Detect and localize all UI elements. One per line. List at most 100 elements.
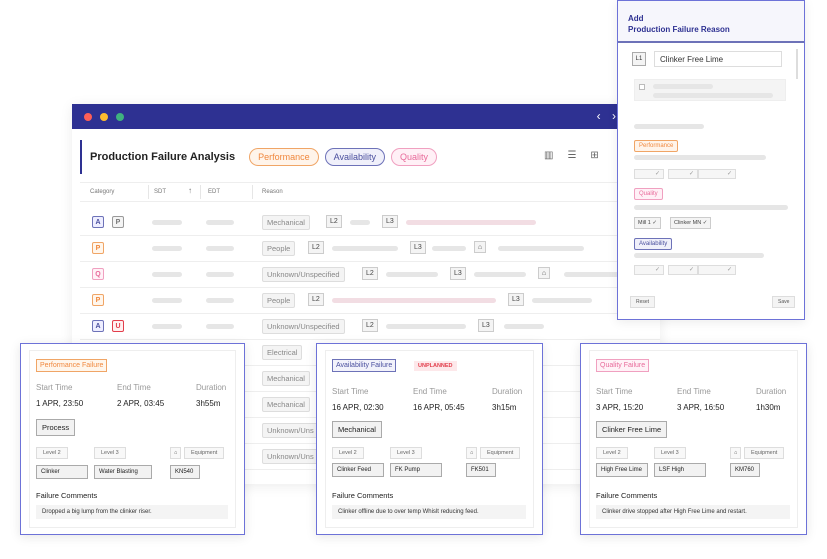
level3-tag: L3 bbox=[450, 267, 466, 280]
failure-comment-text: Clinker offline due to over temp Whislt … bbox=[332, 505, 526, 519]
failure-type-badge: Performance Failure bbox=[36, 359, 108, 372]
page-header: Production Failure Analysis Performance … bbox=[80, 140, 437, 174]
table-row[interactable]: Q Unknown/Unspecified L2 L3 ⌂ bbox=[80, 262, 660, 288]
category-badge: P bbox=[112, 216, 124, 228]
checkbox-box[interactable]: ✓ bbox=[698, 169, 736, 179]
sort-up-icon[interactable]: ↑ bbox=[188, 186, 192, 195]
filter-availability[interactable]: Availability bbox=[324, 148, 385, 166]
end-time-label: End Time bbox=[677, 387, 711, 396]
failure-comment-text: Clinker drive stopped after High Free Li… bbox=[596, 505, 790, 519]
checkbox-box[interactable]: ✓ bbox=[668, 169, 698, 179]
col-edt[interactable]: EDT bbox=[208, 189, 220, 195]
list-view-icon[interactable]: ☰ bbox=[567, 150, 576, 161]
reason-tag: Unknown/Unspecified bbox=[262, 267, 345, 282]
table-row[interactable]: A P Mechanical L2 L3 bbox=[80, 210, 660, 236]
table-header: Category SDT ↑ EDT Reason bbox=[80, 182, 660, 202]
reason-tag: Mechanical bbox=[262, 215, 310, 230]
view-toolbar: ▥ ☰ ⊞ bbox=[544, 150, 599, 161]
col-reason[interactable]: Reason bbox=[262, 189, 283, 195]
category-badge: U bbox=[112, 320, 124, 332]
reason-button[interactable]: Mechanical bbox=[332, 421, 382, 438]
level3-tag: L3 bbox=[478, 319, 494, 332]
maximize-window-button[interactable] bbox=[116, 113, 124, 121]
start-time-label: Start Time bbox=[596, 387, 633, 396]
reason-button[interactable]: Process bbox=[36, 419, 76, 436]
table-row[interactable]: A U Unknown/Unspecified L2 L3 bbox=[80, 314, 660, 340]
end-time-value: 3 APR, 16:50 bbox=[677, 403, 725, 412]
tag-mill[interactable]: Mill 1 ✓ bbox=[634, 217, 661, 229]
level2-label: Level 2 bbox=[332, 447, 364, 459]
level2-label: Level 2 bbox=[36, 447, 68, 459]
level3-tag: L3 bbox=[410, 241, 426, 254]
equipment-value: KN540 bbox=[170, 465, 200, 479]
col-sdt[interactable]: SDT bbox=[154, 189, 166, 195]
failure-comments-title: Failure Comments bbox=[596, 491, 658, 500]
equipment-label: Equipment bbox=[744, 447, 785, 459]
tag-icon: ⌂ bbox=[466, 447, 478, 459]
failure-card-availability[interactable]: Availability Failure UNPLANNED Start Tim… bbox=[316, 343, 543, 535]
level2-tag: L2 bbox=[308, 293, 324, 306]
reset-button[interactable]: Reset bbox=[630, 296, 656, 308]
start-time-value: 1 APR, 23:50 bbox=[36, 399, 84, 408]
close-window-button[interactable] bbox=[84, 113, 92, 121]
reason-button[interactable]: Clinker Free Lime bbox=[596, 421, 668, 438]
checkbox-box[interactable]: ✓ bbox=[634, 169, 664, 179]
reason-tag: Mechanical bbox=[262, 397, 310, 412]
start-time-value: 16 APR, 02:30 bbox=[332, 403, 384, 412]
level2-value: Clinker bbox=[36, 465, 88, 479]
duration-label: Duration bbox=[196, 383, 227, 392]
panel-title-line1: Add bbox=[628, 14, 644, 23]
failure-comments-title: Failure Comments bbox=[36, 491, 98, 500]
level2-value: High Free Lime bbox=[596, 463, 648, 477]
category-badge: P bbox=[92, 242, 104, 254]
level3-value: FK Pump bbox=[390, 463, 442, 477]
checkbox-box[interactable]: ✓ bbox=[634, 265, 664, 275]
grid-view-icon[interactable]: ⊞ bbox=[590, 150, 598, 161]
duration-value: 3h55m bbox=[196, 399, 221, 408]
level3-label: Level 3 bbox=[94, 447, 126, 459]
minimize-window-button[interactable] bbox=[100, 113, 108, 121]
reason-input[interactable]: Clinker Free Lime bbox=[654, 51, 782, 67]
duration-label: Duration bbox=[756, 387, 787, 396]
checkbox-option[interactable] bbox=[634, 79, 786, 101]
tag-icon: ⌂ bbox=[170, 447, 182, 459]
panel-scrollbar[interactable] bbox=[796, 49, 798, 79]
col-category[interactable]: Category bbox=[90, 189, 114, 195]
checkbox-box[interactable]: ✓ bbox=[668, 265, 698, 275]
tag-clinker-mn[interactable]: Clinker MN ✓ bbox=[670, 217, 712, 229]
duration-value: 3h15m bbox=[492, 403, 517, 412]
availability-chip[interactable]: Availability bbox=[634, 238, 673, 250]
reason-tag: Unknown/Unspecified bbox=[262, 319, 345, 334]
start-time-label: Start Time bbox=[332, 387, 369, 396]
duration-label: Duration bbox=[492, 387, 523, 396]
category-badge: P bbox=[92, 294, 104, 306]
failure-card-performance[interactable]: Performance Failure Start Time End Time … bbox=[20, 343, 245, 535]
reason-tag: Electrical bbox=[262, 345, 303, 360]
performance-chip[interactable]: Performance bbox=[634, 140, 679, 152]
filter-performance[interactable]: Performance bbox=[249, 148, 319, 166]
filter-quality[interactable]: Quality bbox=[390, 148, 437, 166]
equipment-value: KM760 bbox=[730, 463, 760, 477]
failure-comment-text: Dropped a big lump from the clinker rise… bbox=[36, 505, 228, 519]
level3-value: Water Blasting bbox=[94, 465, 152, 479]
level2-tag: L2 bbox=[362, 267, 378, 280]
level2-tag: L2 bbox=[326, 215, 342, 228]
save-button[interactable]: Save bbox=[772, 296, 796, 308]
reason-tag: Unknown/Uns bbox=[262, 423, 319, 438]
equipment-label: Equipment bbox=[184, 447, 225, 459]
failure-card-quality[interactable]: Quality Failure Start Time End Time Dura… bbox=[580, 343, 807, 535]
window-titlebar: ‹ › bbox=[72, 104, 660, 129]
level3-tag: L3 bbox=[508, 293, 524, 306]
checkbox[interactable] bbox=[639, 84, 645, 90]
duration-value: 1h30m bbox=[756, 403, 781, 412]
quality-chip[interactable]: Quality bbox=[634, 188, 663, 200]
unplanned-badge: UNPLANNED bbox=[414, 361, 457, 371]
table-row[interactable]: P People L2 L3 ⌂ bbox=[80, 236, 660, 262]
columns-icon[interactable]: ▥ bbox=[544, 150, 553, 161]
level2-tag: L2 bbox=[308, 241, 324, 254]
checkbox-box[interactable]: ✓ bbox=[698, 265, 736, 275]
table-row[interactable]: P People L2 L3 bbox=[80, 288, 660, 314]
level2-tag: L2 bbox=[362, 319, 378, 332]
panel-title-line2: Production Failure Reason bbox=[628, 25, 730, 34]
category-badge: Q bbox=[92, 268, 104, 280]
